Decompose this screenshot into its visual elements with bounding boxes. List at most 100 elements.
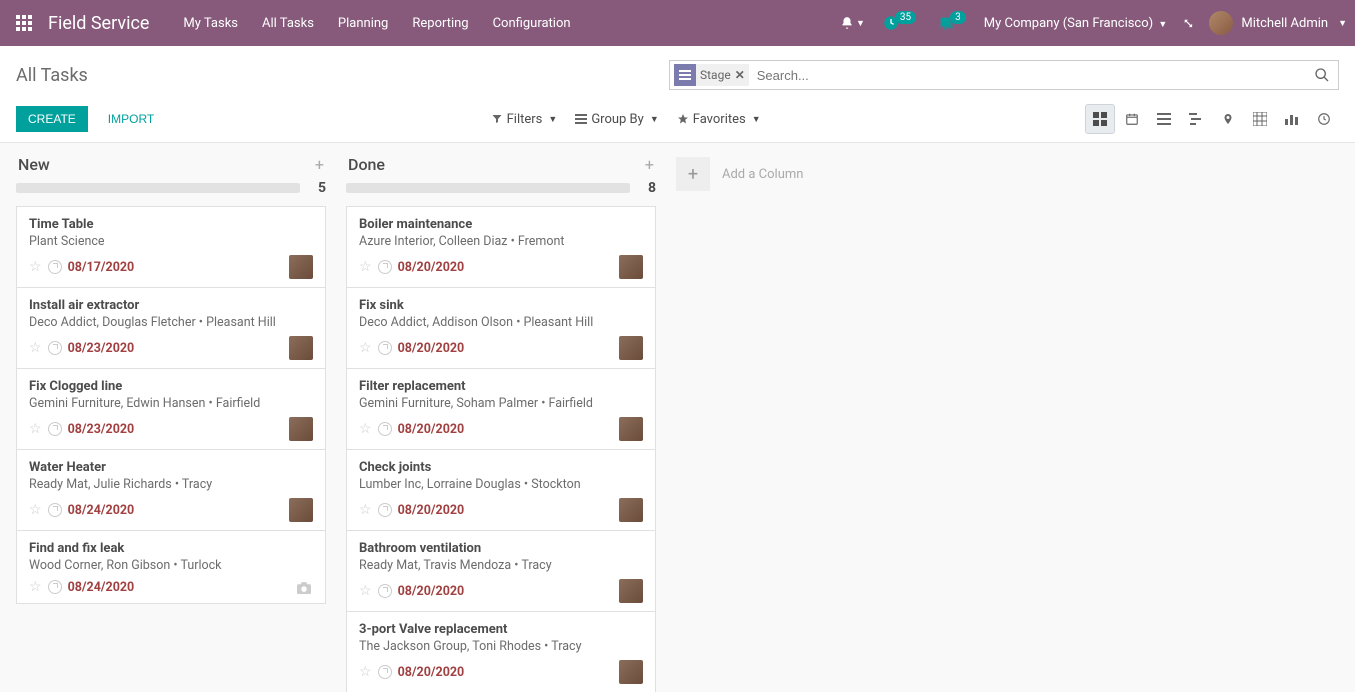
- activity-view-button[interactable]: [1309, 104, 1339, 134]
- activity-clock-icon[interactable]: [378, 503, 392, 517]
- discuss-badge: 3: [950, 11, 966, 24]
- nav-configuration[interactable]: Configuration: [483, 10, 581, 37]
- activity-clock-icon[interactable]: [378, 260, 392, 274]
- priority-star-icon[interactable]: ☆: [359, 421, 372, 437]
- priority-star-icon[interactable]: ☆: [359, 340, 372, 356]
- task-subtitle: Gemini Furniture, Edwin Hansen • Fairfie…: [29, 396, 313, 411]
- task-subtitle: Gemini Furniture, Soham Palmer • Fairfie…: [359, 396, 643, 411]
- nav-reporting[interactable]: Reporting: [402, 10, 478, 37]
- nav-planning[interactable]: Planning: [328, 10, 398, 37]
- assignee-avatar: [619, 336, 643, 360]
- task-date: 08/20/2020: [398, 260, 465, 275]
- task-card[interactable]: Water HeaterReady Mat, Julie Richards • …: [16, 449, 326, 531]
- column-add-icon[interactable]: +: [315, 155, 324, 174]
- card-list: Boiler maintenanceAzure Interior, Collee…: [346, 206, 656, 692]
- notifications-icon[interactable]: ▼: [836, 12, 869, 34]
- task-subtitle: Wood Corner, Ron Gibson • Turlock: [29, 558, 313, 573]
- add-column-label[interactable]: Add a Column: [722, 167, 803, 182]
- task-date: 08/20/2020: [398, 422, 465, 437]
- priority-star-icon[interactable]: ☆: [29, 340, 42, 356]
- priority-star-icon[interactable]: ☆: [29, 579, 42, 595]
- create-button[interactable]: CREATE: [16, 106, 88, 132]
- column-add-icon[interactable]: +: [645, 155, 654, 174]
- priority-star-icon[interactable]: ☆: [359, 664, 372, 680]
- activity-clock-icon[interactable]: [378, 422, 392, 436]
- priority-star-icon[interactable]: ☆: [359, 502, 372, 518]
- nav-menu: My Tasks All Tasks Planning Reporting Co…: [173, 10, 580, 37]
- activity-clock-icon[interactable]: [378, 584, 392, 598]
- priority-star-icon[interactable]: ☆: [29, 421, 42, 437]
- column-title[interactable]: New: [18, 155, 50, 174]
- assignee-avatar: [289, 255, 313, 279]
- task-date: 08/23/2020: [68, 422, 135, 437]
- task-title: Bathroom ventilation: [359, 541, 643, 556]
- add-column: + Add a Column: [676, 151, 803, 191]
- brand[interactable]: Field Service: [40, 13, 173, 34]
- assignee-avatar: [619, 255, 643, 279]
- column-progress[interactable]: [346, 183, 630, 193]
- add-column-button[interactable]: +: [676, 157, 710, 191]
- activity-clock-icon[interactable]: [48, 422, 62, 436]
- task-card[interactable]: Time TablePlant Science☆08/17/2020: [16, 206, 326, 288]
- activity-clock-icon[interactable]: [48, 341, 62, 355]
- apps-icon[interactable]: [8, 15, 40, 31]
- search-bar[interactable]: Stage ✕: [669, 60, 1339, 90]
- calendar-view-button[interactable]: [1117, 104, 1147, 134]
- pivot-view-button[interactable]: [1245, 104, 1275, 134]
- task-title: Fix sink: [359, 298, 643, 313]
- activity-clock-icon[interactable]: [48, 260, 62, 274]
- column-progress[interactable]: [16, 183, 300, 193]
- task-subtitle: Azure Interior, Colleen Diaz • Fremont: [359, 234, 643, 249]
- priority-star-icon[interactable]: ☆: [359, 583, 372, 599]
- activity-clock-icon[interactable]: [48, 503, 62, 517]
- column-done: Done + 8 Boiler maintenanceAzure Interio…: [346, 151, 656, 692]
- task-date: 08/20/2020: [398, 341, 465, 356]
- map-view-button[interactable]: [1213, 104, 1243, 134]
- task-card[interactable]: Install air extractorDeco Addict, Dougla…: [16, 287, 326, 369]
- kanban-board: New + 5 Time TablePlant Science☆08/17/20…: [0, 143, 1355, 692]
- company-switcher[interactable]: My Company (San Francisco) ▼: [984, 16, 1168, 31]
- timer-badge: 35: [895, 11, 916, 24]
- nav-all-tasks[interactable]: All Tasks: [252, 10, 324, 37]
- task-subtitle: Lumber Inc, Lorraine Douglas • Stockton: [359, 477, 643, 492]
- kanban-view-button[interactable]: [1085, 104, 1115, 134]
- user-menu[interactable]: Mitchell Admin ▼: [1209, 11, 1347, 35]
- discuss-icon[interactable]: 3: [934, 11, 974, 35]
- activity-clock-icon[interactable]: [378, 665, 392, 679]
- assignee-avatar: [619, 498, 643, 522]
- gantt-view-button[interactable]: [1181, 104, 1211, 134]
- search-input[interactable]: [753, 64, 1310, 87]
- search-icon[interactable]: [1310, 67, 1334, 83]
- navbar-right: ▼ 35 3 My Company (San Francisco) ▼ Mitc…: [836, 11, 1347, 35]
- favorites-button[interactable]: Favorites▼: [677, 112, 761, 127]
- priority-star-icon[interactable]: ☆: [29, 502, 42, 518]
- activity-clock-icon[interactable]: [378, 341, 392, 355]
- graph-view-button[interactable]: [1277, 104, 1307, 134]
- task-date: 08/20/2020: [398, 584, 465, 599]
- assignee-avatar: [289, 336, 313, 360]
- task-title: Install air extractor: [29, 298, 313, 313]
- task-card[interactable]: 3-port Valve replacementThe Jackson Grou…: [346, 611, 656, 692]
- import-button[interactable]: IMPORT: [96, 106, 166, 132]
- task-card[interactable]: Fix sinkDeco Addict, Addison Olson • Ple…: [346, 287, 656, 369]
- filters-button[interactable]: Filters▼: [491, 112, 558, 127]
- timer-icon[interactable]: 35: [879, 11, 924, 35]
- group-by-button[interactable]: Group By▼: [575, 112, 658, 127]
- priority-star-icon[interactable]: ☆: [359, 259, 372, 275]
- task-card[interactable]: Fix Clogged lineGemini Furniture, Edwin …: [16, 368, 326, 450]
- activity-clock-icon[interactable]: [48, 580, 62, 594]
- list-view-button[interactable]: [1149, 104, 1179, 134]
- nav-my-tasks[interactable]: My Tasks: [173, 10, 248, 37]
- task-card[interactable]: Check jointsLumber Inc, Lorraine Douglas…: [346, 449, 656, 531]
- debug-icon[interactable]: [1177, 12, 1199, 34]
- task-title: Find and fix leak: [29, 541, 313, 556]
- view-switcher: [1085, 104, 1339, 134]
- task-card[interactable]: Filter replacementGemini Furniture, Soha…: [346, 368, 656, 450]
- facet-remove[interactable]: ✕: [731, 68, 749, 82]
- task-card[interactable]: Boiler maintenanceAzure Interior, Collee…: [346, 206, 656, 288]
- task-card[interactable]: Find and fix leak Wood Corner, Ron Gibson…: [16, 530, 326, 604]
- priority-star-icon[interactable]: ☆: [29, 259, 42, 275]
- search-facet-stage: Stage ✕: [674, 64, 749, 86]
- task-card[interactable]: Bathroom ventilationReady Mat, Travis Me…: [346, 530, 656, 612]
- column-title[interactable]: Done: [348, 155, 385, 174]
